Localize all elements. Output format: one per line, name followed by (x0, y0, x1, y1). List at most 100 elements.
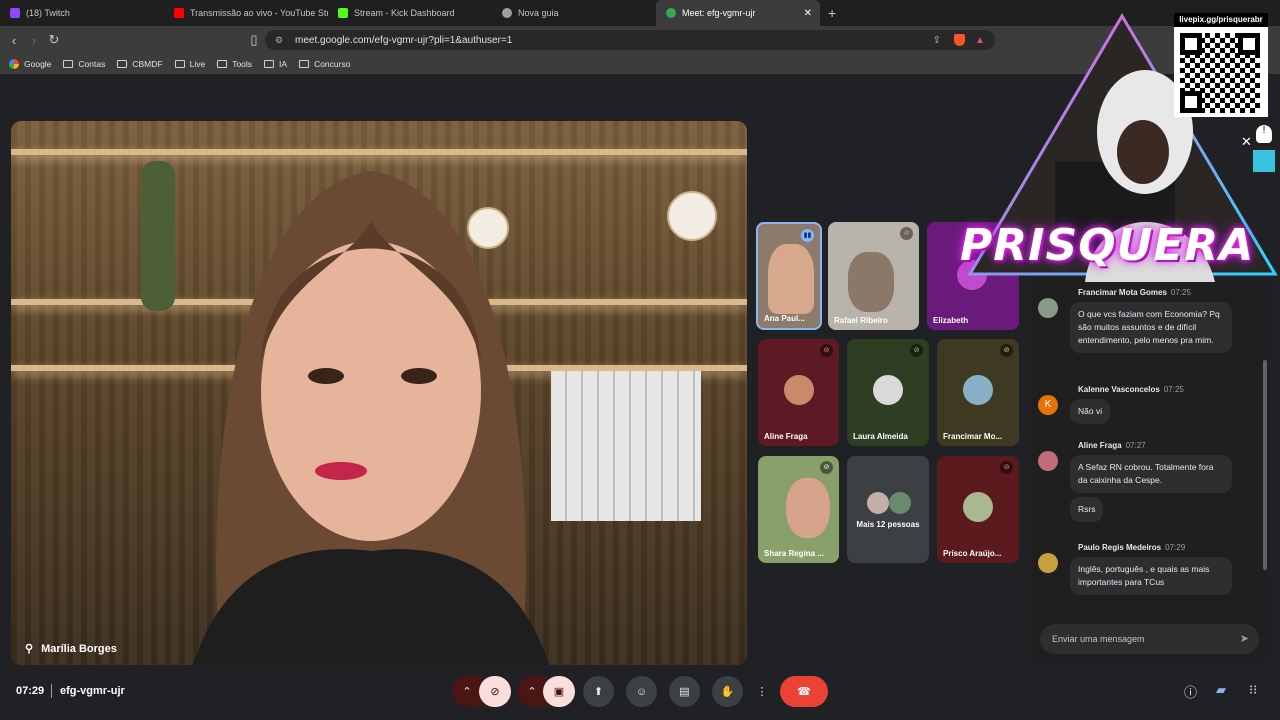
user-avatar (1038, 298, 1058, 318)
participant-video (786, 478, 830, 538)
meeting-clock: 07:29 (16, 685, 45, 697)
brave-shield-icon[interactable] (954, 34, 965, 46)
chat-message-input[interactable]: Enviar uma mensagem ➤ (1040, 624, 1259, 654)
participant-name: Rafael Ribeiro (834, 316, 888, 325)
qr-code-pattern (1180, 33, 1260, 113)
chat-panel: Francimar Mota Gomes 07:25 O que vcs fazi… (1030, 278, 1270, 662)
present-screen-button[interactable]: ⬆ (583, 676, 614, 707)
audio-options-button[interactable]: ⌃ (452, 676, 482, 707)
bookmark-icon[interactable]: ▯ (244, 32, 264, 48)
camera-toggle-button[interactable]: ▣ (543, 676, 575, 707)
bookmark-contas[interactable]: Contas (63, 59, 105, 69)
message-header: Kalenne Vasconcelos 07:25 (1078, 385, 1260, 394)
meeting-info-icon[interactable]: ⓘ (1184, 682, 1197, 701)
chat-message: Paulo Regis Medeiros 07:29 Inglês, portug… (1038, 543, 1260, 595)
folder-icon (63, 60, 74, 68)
main-video-tile[interactable]: ⚲ Marília Borges (11, 121, 747, 665)
address-bar[interactable]: ⚙ meet.google.com/efg-vgmr-ujr?pli=1&aut… (265, 30, 995, 50)
participant-name: Marília Borges (41, 642, 117, 655)
captions-button[interactable]: ▤ (669, 676, 700, 707)
chat-icon[interactable]: ▰ (1216, 682, 1226, 698)
bookmark-ia[interactable]: IA (264, 59, 287, 69)
end-call-icon: ☎ (797, 686, 811, 698)
mic-off-icon: ⊘ (490, 686, 500, 698)
back-icon[interactable]: ‹ (4, 33, 24, 48)
participant-tile[interactable]: ⊘ Francimar Mo... (937, 339, 1019, 446)
more-options-button[interactable]: ⋮ (751, 676, 773, 707)
forward-icon[interactable]: › (24, 33, 44, 48)
extension-icon[interactable] (1253, 150, 1275, 172)
participant-tile[interactable]: ⊘ Aline Fraga (758, 339, 839, 446)
participant-tile[interactable]: ⊘ Laura Almeida (847, 339, 929, 446)
more-participants-tile[interactable]: Mais 12 pessoas (847, 456, 929, 563)
participant-video (768, 244, 814, 314)
chat-message: Francimar Mota Gomes 07:25 O que vcs fazi… (1038, 288, 1260, 353)
chevron-up-icon: ⌃ (527, 686, 537, 698)
meet-icon (666, 8, 676, 18)
participant-video (848, 252, 894, 312)
bookmark-label: Concurso (314, 59, 351, 69)
qr-label: livepix.gg/prisquerabr (1174, 13, 1268, 27)
participant-tile[interactable]: ▮▮ Ana Paul... (756, 222, 822, 330)
tab-label: (18) Twitch (26, 8, 70, 18)
folder-icon (264, 60, 275, 68)
bookmark-live[interactable]: Live (174, 59, 205, 69)
message-header: Paulo Regis Medeiros 07:29 (1078, 543, 1260, 552)
send-icon[interactable]: ➤ (1240, 632, 1249, 645)
tab-meet[interactable]: Meet: efg-vgmr-ujr ✕ (656, 0, 820, 26)
message-author: Kalenne Vasconcelos (1078, 385, 1160, 394)
bookmark-concurso[interactable]: Concurso (299, 59, 350, 69)
share-icon[interactable]: ⇪ (933, 35, 941, 46)
message-bubble: A Sefaz RN cobrou. Totalmente fora da ca… (1070, 455, 1232, 493)
tab-kick-dashboard[interactable]: Stream - Kick Dashboard (328, 0, 492, 26)
mic-off-icon: ⊘ (1000, 344, 1013, 357)
main-video-name: ⚲ Marília Borges (25, 642, 117, 656)
google-icon (9, 59, 19, 69)
shield-icon (502, 8, 512, 18)
bookmark-cbmdf[interactable]: CBMDF (117, 59, 163, 69)
participant-tile[interactable]: ⊘ Shara Regina ... (758, 456, 839, 563)
close-icon[interactable]: ✕ (1241, 134, 1252, 150)
tab-nova-guia[interactable]: Nova guia (492, 0, 656, 26)
lightbulb-icon[interactable]: ! (1256, 125, 1272, 143)
participant-name: Aline Fraga (764, 432, 808, 441)
url-text: meet.google.com/efg-vgmr-ujr?pli=1&authu… (295, 34, 513, 46)
participant-avatar (783, 374, 814, 405)
qr-finder (1238, 33, 1260, 55)
participant-name: Shara Regina ... (764, 549, 825, 558)
leave-call-button[interactable]: ☎ (780, 676, 828, 707)
chevron-up-icon: ⌃ (462, 686, 472, 698)
bookmark-tools[interactable]: Tools (217, 59, 252, 69)
close-tab-icon[interactable]: ✕ (804, 8, 812, 19)
pin-icon[interactable]: ⚲ (25, 642, 33, 655)
chat-scrollbar[interactable] (1263, 360, 1267, 570)
tab-twitch[interactable]: (18) Twitch (0, 0, 164, 26)
microphone-toggle-button[interactable]: ⊘ (479, 676, 511, 707)
participant-name: Francimar Mo... (943, 432, 1003, 441)
new-tab-button[interactable]: + (828, 5, 836, 21)
captions-icon: ▤ (679, 686, 690, 698)
reactions-button[interactable]: ☺ (626, 676, 657, 707)
bookmark-label: Contas (78, 59, 106, 69)
participant-tile[interactable]: ⊘ Prisco Araújo... (937, 456, 1019, 563)
folder-icon (299, 60, 310, 68)
more-participants-label: Mais 12 pessoas (856, 520, 920, 529)
tab-youtube-studio[interactable]: Transmissão ao vivo - YouTube Studio (164, 0, 328, 26)
youtube-icon (174, 8, 184, 18)
message-author: Paulo Regis Medeiros (1078, 543, 1162, 552)
reload-icon[interactable]: ↻ (44, 32, 64, 48)
emoji-icon: ☺ (635, 685, 648, 698)
participant-tile[interactable]: ⊘ Rafael Ribeiro (828, 222, 919, 330)
mic-off-icon: ⊘ (910, 344, 923, 357)
qr-finder (1180, 91, 1202, 113)
camera-off-icon: ▣ (553, 686, 565, 698)
site-info-icon[interactable]: ⚙ (275, 35, 283, 46)
message-bubble: O que vcs faziam com Economia? Pq são mu… (1070, 302, 1232, 353)
bookmark-google[interactable]: Google (9, 59, 51, 69)
more-vert-icon: ⋮ (756, 686, 768, 698)
participant-avatar (963, 374, 993, 405)
raise-hand-button[interactable]: ✋ (712, 676, 743, 707)
activities-icon[interactable]: ⁝⁝ (1249, 682, 1257, 698)
participant-name: Ana Paul... (764, 314, 805, 323)
bookmark-label: Tools (232, 59, 253, 69)
